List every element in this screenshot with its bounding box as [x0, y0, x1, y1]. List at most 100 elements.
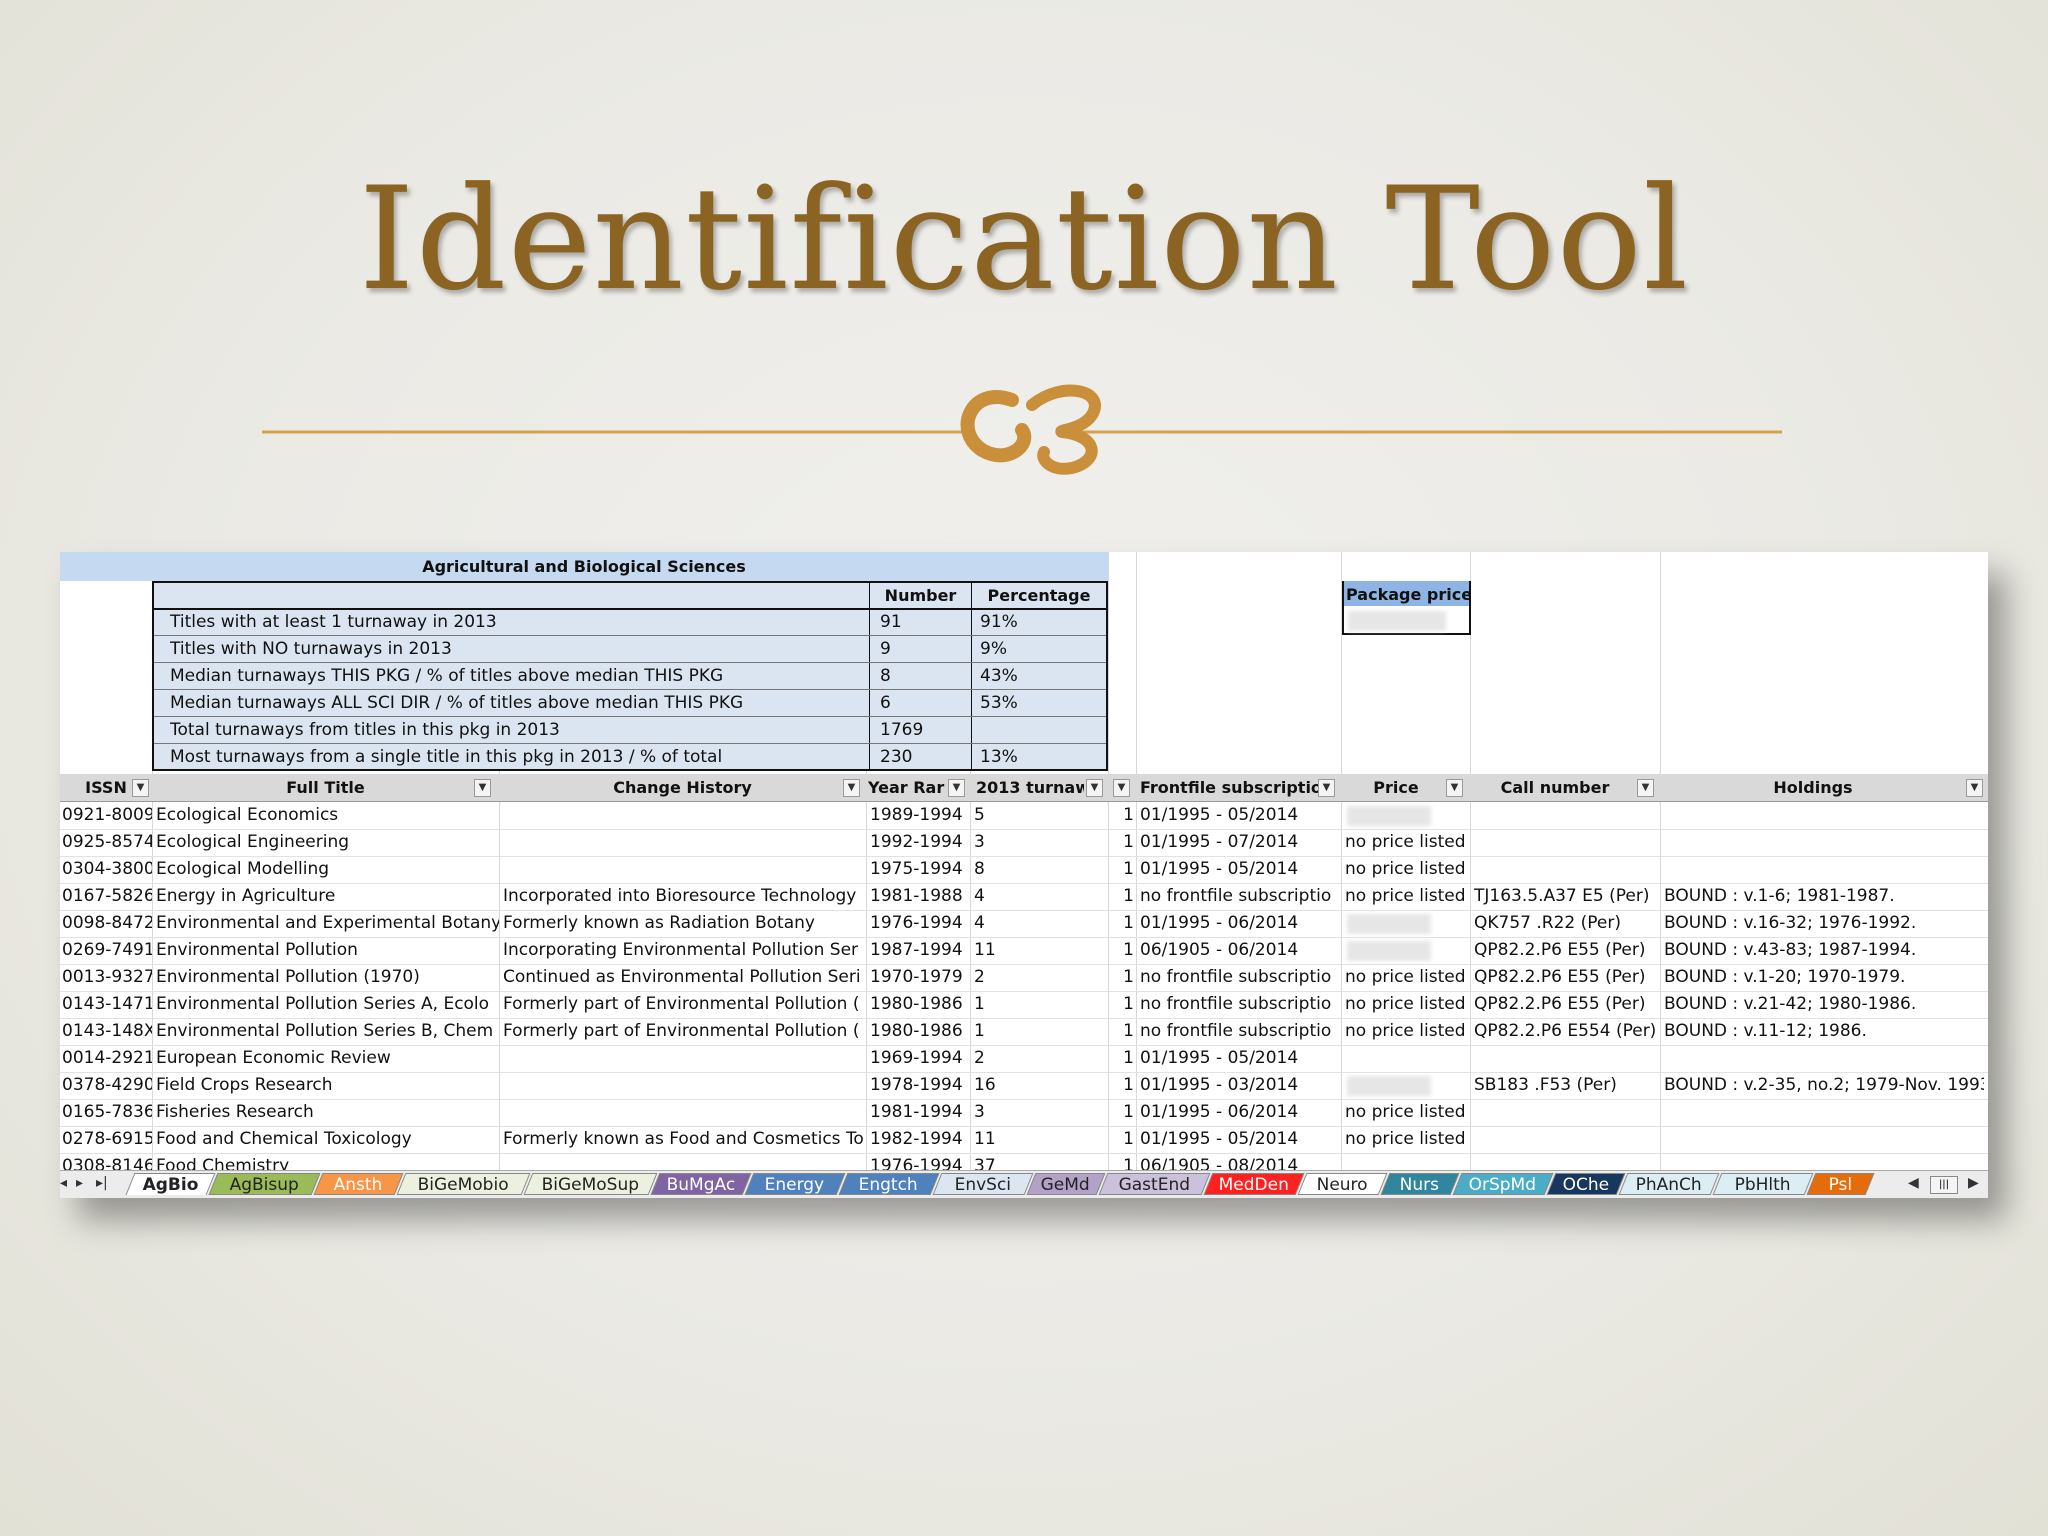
column-header[interactable]: Holdings: [1660, 774, 1966, 801]
table-cell[interactable]: 1: [1112, 802, 1134, 829]
sheet-tab[interactable]: EnvSci: [932, 1173, 1034, 1195]
table-cell[interactable]: TJ163.5.A37 E5 (Per): [1474, 883, 1660, 910]
sheet-tab[interactable]: Energy: [744, 1173, 846, 1195]
column-header[interactable]: Year Rar: [868, 774, 948, 801]
filter-dropdown-icon[interactable]: ▼: [1966, 779, 1983, 797]
table-cell[interactable]: 1976-1994: [870, 910, 966, 937]
column-header[interactable]: Call number: [1470, 774, 1640, 801]
table-cell[interactable]: 01/1995 - 06/2014: [1140, 910, 1341, 937]
table-cell[interactable]: 1: [1112, 829, 1134, 856]
table-cell[interactable]: 1992-1994: [870, 829, 966, 856]
table-cell[interactable]: Environmental Pollution: [156, 937, 499, 964]
column-header[interactable]: Price: [1341, 774, 1451, 801]
tab-scrollbar-thumb[interactable]: |||: [1930, 1176, 1958, 1194]
table-cell[interactable]: 06/1905 - 06/2014: [1140, 937, 1341, 964]
sheet-tab[interactable]: BiGeMobio: [396, 1173, 531, 1195]
table-cell[interactable]: 01/1995 - 06/2014: [1140, 1099, 1341, 1126]
table-cell[interactable]: 1: [974, 991, 1104, 1018]
table-cell[interactable]: no price listed: [1345, 991, 1470, 1018]
table-cell[interactable]: no price listed: [1345, 964, 1470, 991]
table-cell[interactable]: 0278-6915: [62, 1126, 152, 1153]
sheet-tab[interactable]: OrSpMd: [1452, 1173, 1554, 1195]
table-cell[interactable]: 11: [974, 1126, 1104, 1153]
table-cell[interactable]: 0014-2921: [62, 1045, 152, 1072]
table-cell[interactable]: Food and Chemical Toxicology: [156, 1126, 499, 1153]
table-cell[interactable]: 0165-7836: [62, 1099, 152, 1126]
table-cell[interactable]: 0098-8472: [62, 910, 152, 937]
sheet-tab[interactable]: AgBio: [125, 1173, 216, 1195]
table-cell[interactable]: 1: [1112, 1099, 1134, 1126]
table-cell[interactable]: Energy in Agriculture: [156, 883, 499, 910]
sheet-tab[interactable]: PbHlth: [1712, 1173, 1814, 1195]
table-cell[interactable]: 1: [1112, 883, 1134, 910]
table-cell[interactable]: BOUND : v.21-42; 1980-1986.: [1664, 991, 1984, 1018]
table-cell[interactable]: QK757 .R22 (Per): [1474, 910, 1660, 937]
table-cell[interactable]: 1970-1979: [870, 964, 966, 991]
table-cell[interactable]: 1980-1986: [870, 991, 966, 1018]
table-cell[interactable]: 1: [1112, 1126, 1134, 1153]
column-header[interactable]: Change History: [499, 774, 866, 801]
filter-dropdown-icon[interactable]: ▼: [1637, 779, 1654, 797]
table-cell[interactable]: BOUND : v.2-35, no.2; 1979-Nov. 1993.: [1664, 1072, 1984, 1099]
sheet-tab[interactable]: Nurs: [1380, 1173, 1460, 1195]
table-cell[interactable]: 01/1995 - 05/2014: [1140, 1126, 1341, 1153]
table-cell[interactable]: no price listed: [1345, 1099, 1470, 1126]
table-cell[interactable]: 1: [1112, 937, 1134, 964]
table-cell[interactable]: 01/1995 - 07/2014: [1140, 829, 1341, 856]
table-cell[interactable]: 0143-148X: [62, 1018, 152, 1045]
table-cell[interactable]: 1: [1112, 910, 1134, 937]
table-cell[interactable]: no price listed: [1345, 883, 1470, 910]
table-cell[interactable]: no frontfile subscriptio: [1140, 964, 1341, 991]
filter-dropdown-icon[interactable]: ▼: [474, 779, 491, 797]
table-cell[interactable]: Formerly part of Environmental Pollution…: [503, 1018, 866, 1045]
column-header[interactable]: Full Title: [152, 774, 499, 801]
table-cell[interactable]: Fisheries Research: [156, 1099, 499, 1126]
table-cell[interactable]: Environmental Pollution Series A, Ecolo: [156, 991, 499, 1018]
table-cell[interactable]: 0167-5826: [62, 883, 152, 910]
table-cell[interactable]: 1981-1994: [870, 1099, 966, 1126]
filter-dropdown-icon[interactable]: ▼: [948, 779, 965, 797]
sheet-tab[interactable]: AgBisup: [208, 1173, 321, 1195]
table-cell[interactable]: Ecological Modelling: [156, 856, 499, 883]
table-cell[interactable]: 0269-7491: [62, 937, 152, 964]
table-cell[interactable]: QP82.2.P6 E554 (Per): [1474, 1018, 1660, 1045]
table-cell[interactable]: no frontfile subscriptio: [1140, 883, 1341, 910]
sheet-tab[interactable]: PhAnCh: [1618, 1173, 1720, 1195]
table-cell[interactable]: no price listed: [1345, 856, 1470, 883]
sheet-tab[interactable]: Engtch: [838, 1173, 940, 1195]
sheet-tab[interactable]: MedDen: [1203, 1173, 1305, 1195]
table-cell[interactable]: 0921-8009: [62, 802, 152, 829]
table-cell[interactable]: 16: [974, 1072, 1104, 1099]
filter-dropdown-icon[interactable]: ▼: [132, 779, 149, 797]
table-cell[interactable]: 0378-4290: [62, 1072, 152, 1099]
table-cell[interactable]: 1: [1112, 1072, 1134, 1099]
table-cell[interactable]: Ecological Engineering: [156, 829, 499, 856]
table-cell[interactable]: Continued as Environmental Pollution Ser…: [503, 964, 866, 991]
table-cell[interactable]: 2: [974, 964, 1104, 991]
filter-dropdown-icon[interactable]: ▼: [843, 779, 860, 797]
table-cell[interactable]: Incorporating Environmental Pollution Se…: [503, 937, 866, 964]
table-cell[interactable]: BOUND : v.43-83; 1987-1994.: [1664, 937, 1984, 964]
table-cell[interactable]: 1982-1994: [870, 1126, 966, 1153]
table-cell[interactable]: no frontfile subscriptio: [1140, 1018, 1341, 1045]
table-cell[interactable]: 1: [1112, 1045, 1134, 1072]
table-cell[interactable]: Formerly part of Environmental Pollution…: [503, 991, 866, 1018]
table-cell[interactable]: 1975-1994: [870, 856, 966, 883]
table-cell[interactable]: 1989-1994: [870, 802, 966, 829]
table-cell[interactable]: no price listed: [1345, 1126, 1470, 1153]
table-cell[interactable]: 0143-1471: [62, 991, 152, 1018]
table-cell[interactable]: BOUND : v.1-20; 1970-1979.: [1664, 964, 1984, 991]
table-cell[interactable]: SB183 .F53 (Per): [1474, 1072, 1660, 1099]
table-cell[interactable]: 1980-1986: [870, 1018, 966, 1045]
table-cell[interactable]: 01/1995 - 05/2014: [1140, 1045, 1341, 1072]
table-cell[interactable]: European Economic Review: [156, 1045, 499, 1072]
table-cell[interactable]: QP82.2.P6 E55 (Per): [1474, 937, 1660, 964]
table-cell[interactable]: 5: [974, 802, 1104, 829]
table-cell[interactable]: 1: [1112, 991, 1134, 1018]
table-cell[interactable]: 01/1995 - 05/2014: [1140, 856, 1341, 883]
table-cell[interactable]: Ecological Economics: [156, 802, 499, 829]
sheet-tab[interactable]: Psl: [1806, 1173, 1875, 1195]
table-cell[interactable]: QP82.2.P6 E55 (Per): [1474, 964, 1660, 991]
table-cell[interactable]: Field Crops Research: [156, 1072, 499, 1099]
column-header[interactable]: Frontfile subscriptio: [1140, 774, 1318, 801]
